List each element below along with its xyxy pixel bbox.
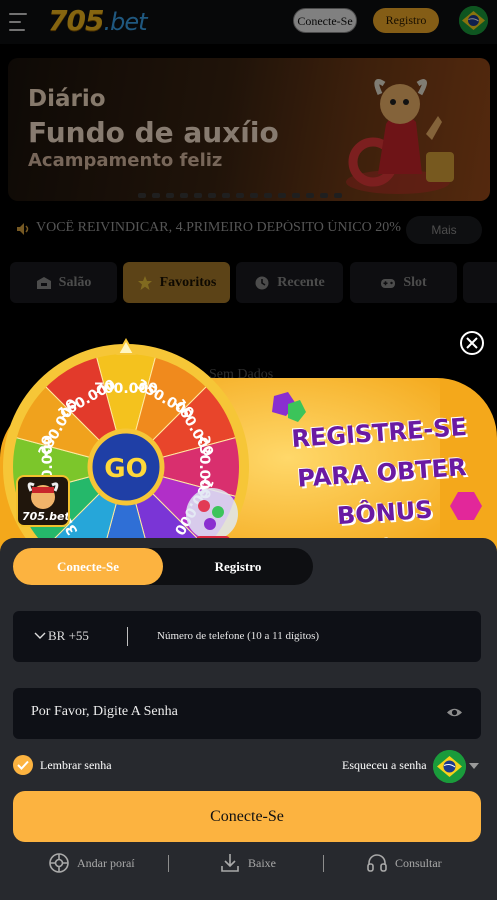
password-placeholder[interactable]: Por Favor, Digite A Senha bbox=[31, 704, 178, 720]
footer-consultar[interactable]: Consultar bbox=[366, 851, 442, 875]
tab-register[interactable]: Registro bbox=[163, 548, 313, 585]
remember-checkbox[interactable] bbox=[13, 755, 33, 775]
tab-login[interactable]: Conecte-Se bbox=[13, 548, 163, 585]
wheel-center-label: GO bbox=[104, 454, 147, 484]
eye-icon[interactable] bbox=[446, 705, 463, 720]
headset-icon bbox=[367, 854, 387, 872]
brazil-flag-icon[interactable] bbox=[433, 750, 466, 783]
check-icon bbox=[17, 760, 29, 770]
footer-label: Consultar bbox=[395, 855, 442, 870]
field-divider bbox=[127, 627, 128, 646]
footer-andar-porai[interactable]: Andar poraí bbox=[48, 851, 135, 875]
phone-placeholder[interactable]: Número de telefone (10 a 11 dígitos) bbox=[157, 630, 319, 642]
close-icon bbox=[466, 337, 478, 349]
country-code-label: BR +55 bbox=[48, 628, 89, 643]
chevron-down-icon bbox=[34, 632, 46, 639]
remember-label[interactable]: Lembrar senha bbox=[40, 758, 112, 773]
wheel-logo-text: 705.bet bbox=[22, 510, 70, 523]
footer-divider bbox=[323, 855, 324, 872]
close-modal-button[interactable] bbox=[460, 331, 484, 355]
footer-baixe[interactable]: Baixe bbox=[219, 851, 276, 875]
support-wheel-icon bbox=[49, 853, 69, 873]
download-icon bbox=[221, 854, 239, 872]
footer-divider bbox=[168, 855, 169, 872]
forgot-password-link[interactable]: Esqueceu a senha bbox=[342, 758, 427, 773]
caret-down-icon[interactable] bbox=[468, 762, 480, 770]
wheel-logo-badge: 705.bet bbox=[16, 475, 70, 527]
country-code-select[interactable]: BR +55 bbox=[34, 628, 89, 644]
bull-mascot-icon bbox=[27, 482, 59, 509]
login-submit-button[interactable]: Conecte-Se bbox=[13, 791, 481, 842]
footer-label: Baixe bbox=[248, 855, 276, 870]
footer-label: Andar poraí bbox=[77, 855, 135, 870]
